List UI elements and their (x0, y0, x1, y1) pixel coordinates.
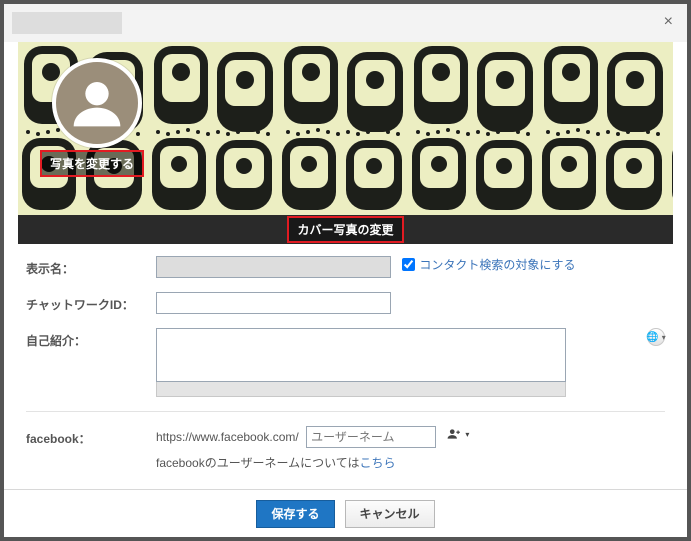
change-photo-button[interactable]: 写真を変更する (40, 150, 144, 177)
form-area: 表示名： コンタクト検索の対象にする チャットワークID： 自己紹介： (4, 244, 687, 479)
facebook-hint-link[interactable]: こちら (360, 456, 396, 470)
close-icon[interactable]: × (664, 14, 673, 30)
divider (26, 411, 665, 412)
chevron-down-icon: ▾ (662, 333, 666, 342)
display-name-input[interactable] (156, 256, 391, 278)
facebook-share-icon[interactable]: ▾ (447, 427, 469, 441)
avatar (52, 58, 142, 148)
cancel-button[interactable]: キャンセル (345, 500, 435, 528)
change-cover-button[interactable]: カバー写真の変更 (287, 216, 403, 243)
facebook-prefix: https://www.facebook.com/ (156, 430, 299, 444)
save-button[interactable]: 保存する (256, 500, 334, 528)
bio-label: 自己紹介： (26, 328, 156, 349)
bio-scrollbar[interactable] (156, 382, 566, 397)
globe-icon[interactable]: 🌐▾ (647, 328, 665, 346)
facebook-input[interactable] (306, 426, 436, 448)
chatwork-id-label: チャットワークID： (26, 292, 156, 313)
modal-header: × (4, 4, 687, 42)
facebook-hint: facebookのユーザーネームについてはこちら (156, 454, 665, 471)
display-name-label: 表示名： (26, 256, 156, 277)
bio-textarea[interactable] (156, 328, 566, 382)
searchable-checkbox[interactable] (402, 258, 415, 271)
searchable-label: コンタクト検索の対象にする (419, 256, 575, 273)
searchable-checkbox-wrap[interactable]: コンタクト検索の対象にする (402, 256, 575, 273)
facebook-label: facebook： (26, 426, 156, 447)
chevron-down-icon: ▾ (465, 430, 469, 439)
profile-edit-modal: × (4, 4, 687, 537)
person-icon (69, 75, 125, 131)
cover-section: 写真を変更する カバー写真の変更 (18, 42, 673, 244)
cover-bar: カバー写真の変更 (18, 215, 673, 244)
modal-title-placeholder (12, 12, 122, 34)
chatwork-id-input[interactable] (156, 292, 391, 314)
modal-footer: 保存する キャンセル (4, 489, 687, 537)
